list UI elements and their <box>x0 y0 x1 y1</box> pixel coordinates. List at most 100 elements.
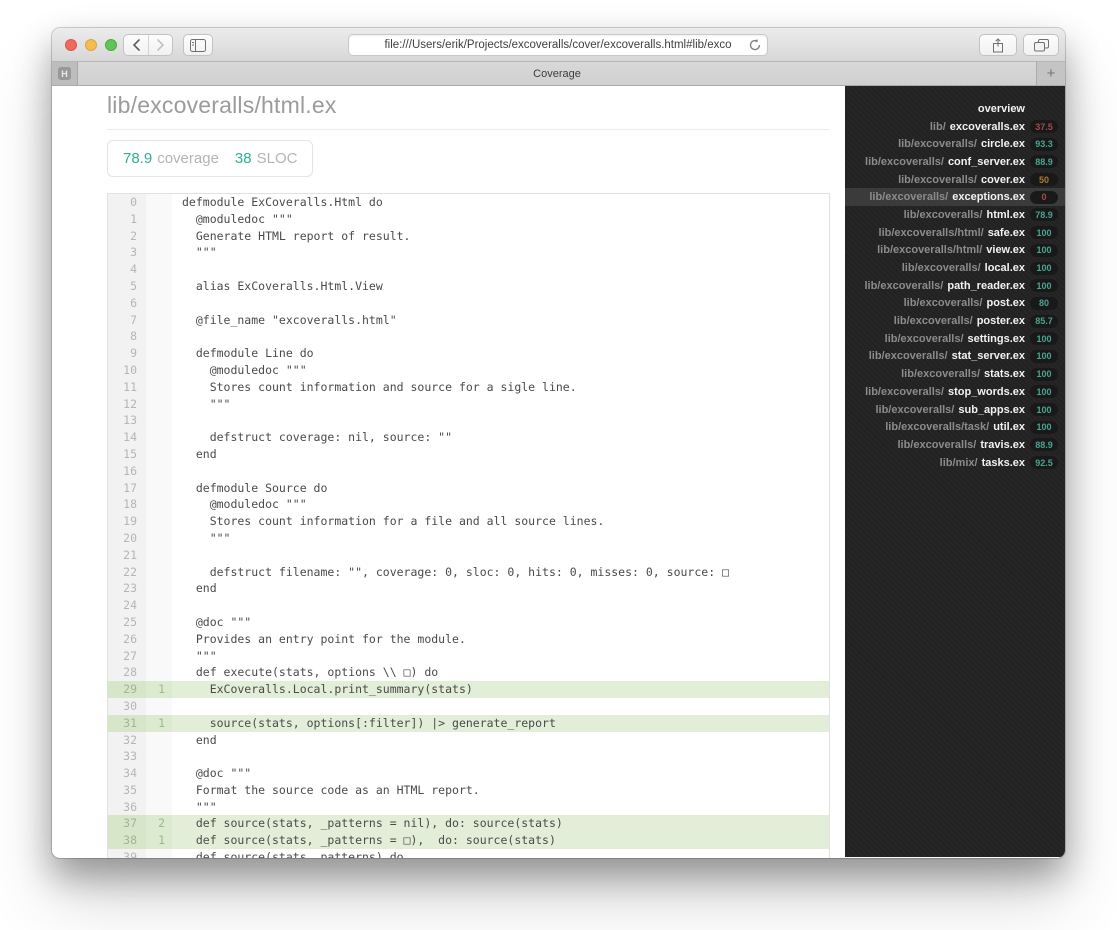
line-number: 16 <box>108 462 146 480</box>
line-hit-count <box>146 647 172 665</box>
sidebar-file-item[interactable]: lib/excoveralls/ cover.ex 50 <box>845 171 1065 189</box>
file-coverage-badge: 100 <box>1030 243 1058 257</box>
show-all-tabs-button[interactable] <box>1023 34 1059 56</box>
sidebar-file-item[interactable]: lib/excoveralls/ stats.ex 100 <box>845 365 1065 383</box>
code-line: 24 <box>108 597 829 614</box>
coverage-value: 78.9 <box>123 150 153 167</box>
file-path: lib/excoveralls/ <box>903 208 983 221</box>
reload-icon[interactable] <box>748 38 762 52</box>
tab-bar: H Coverage + <box>52 62 1065 86</box>
line-number: 29 <box>108 681 146 698</box>
code-line: 5 alias ExCoveralls.Html.View <box>108 277 829 295</box>
window-controls <box>65 39 117 51</box>
line-hit-count <box>146 496 172 514</box>
pinned-tab[interactable]: H <box>52 62 78 85</box>
line-number: 4 <box>108 261 146 278</box>
sidebar-file-item[interactable]: lib/excoveralls/ settings.ex 100 <box>845 330 1065 348</box>
line-source: def source(stats, _patterns = nil), do: … <box>172 815 829 833</box>
sidebar-file-item[interactable]: lib/excoveralls/ sub_apps.ex 100 <box>845 401 1065 419</box>
file-coverage-badge: 100 <box>1030 403 1058 417</box>
sidebar-file-item[interactable]: lib/excoveralls/html/ view.ex 100 <box>845 242 1065 260</box>
history-nav-group <box>123 34 173 56</box>
code-line: 6 <box>108 294 829 312</box>
file-name: excoveralls.ex <box>949 120 1025 133</box>
code-line: 33 <box>108 748 829 766</box>
sidebar-file-item[interactable]: lib/excoveralls/ conf_server.ex 88.9 <box>845 153 1065 171</box>
new-tab-button[interactable]: + <box>1037 62 1065 85</box>
file-path: lib/excoveralls/task/ <box>885 421 990 434</box>
file-name: travis.ex <box>980 438 1025 451</box>
code-line: 17 defmodule Source do <box>108 479 829 497</box>
line-hit-count <box>146 479 172 497</box>
line-number: 20 <box>108 529 146 547</box>
minimize-window-button[interactable] <box>85 39 97 51</box>
line-number: 9 <box>108 345 146 362</box>
sidebar-toggle-button[interactable] <box>183 34 213 56</box>
sidebar-file-item[interactable]: lib/excoveralls/task/ util.ex 100 <box>845 418 1065 436</box>
code-line: 16 <box>108 462 829 480</box>
sidebar-file-item[interactable]: lib/excoveralls/ stop_words.ex 100 <box>845 383 1065 401</box>
code-line: 26 Provides an entry point for the modul… <box>108 630 829 648</box>
file-path: lib/excoveralls/ <box>898 138 977 151</box>
code-line: 39 def source(stats, patterns) do <box>108 849 829 858</box>
sidebar-file-item[interactable]: lib/excoveralls/ path_reader.ex 100 <box>845 277 1065 295</box>
file-path: lib/excoveralls/html/ <box>877 244 983 257</box>
sidebar-file-item[interactable]: lib/excoveralls/ local.ex 100 <box>845 259 1065 277</box>
sidebar-file-item[interactable]: lib/excoveralls/ stat_server.ex 100 <box>845 348 1065 366</box>
address-bar[interactable]: file:///Users/erik/Projects/excoveralls/… <box>348 34 768 56</box>
code-line: 20 """ <box>108 529 829 547</box>
line-hit-count <box>146 563 172 581</box>
line-source: @moduledoc """ <box>172 496 829 514</box>
sidebar-file-item[interactable]: lib/excoveralls/ poster.ex 85.7 <box>845 312 1065 330</box>
sidebar-file-item[interactable]: lib/excoveralls/ travis.ex 88.9 <box>845 436 1065 454</box>
file-name: stop_words.ex <box>947 385 1025 398</box>
sidebar-item-overview[interactable]: overview <box>845 100 1065 118</box>
file-path: lib/excoveralls/ <box>884 332 964 345</box>
file-coverage-badge: 88.9 <box>1030 438 1058 452</box>
line-source: """ <box>172 395 829 413</box>
file-name: poster.ex <box>976 315 1025 328</box>
coverage-stats-box: 78.9 coverage 38 SLOC <box>107 140 314 177</box>
line-source: @doc """ <box>172 765 829 782</box>
line-source: """ <box>172 647 829 665</box>
file-coverage-badge: 100 <box>1030 367 1058 381</box>
sidebar-file-item[interactable]: lib/excoveralls/ circle.ex 93.3 <box>845 135 1065 153</box>
line-hit-count <box>146 630 172 648</box>
share-button[interactable] <box>979 34 1017 56</box>
line-hit-count <box>146 378 172 396</box>
forward-button[interactable] <box>148 35 172 55</box>
zoom-window-button[interactable] <box>105 39 117 51</box>
code-line: 1 @moduledoc """ <box>108 210 829 228</box>
sidebar-file-item[interactable]: lib/mix/ tasks.ex 92.5 <box>845 454 1065 472</box>
code-line: 14 defstruct coverage: nil, source: "" <box>108 429 829 446</box>
code-line: 0 defmodule ExCoveralls.Html do <box>108 194 829 211</box>
code-line: 12 """ <box>108 395 829 413</box>
line-number: 10 <box>108 361 146 379</box>
sidebar-file-item[interactable]: lib/excoveralls/ post.ex 80 <box>845 295 1065 313</box>
line-number: 39 <box>108 849 146 858</box>
back-button[interactable] <box>124 35 148 55</box>
file-name: stats.ex <box>984 368 1025 381</box>
line-hit-count <box>146 361 172 379</box>
line-hit-count <box>146 244 172 262</box>
sidebar-icon <box>190 38 206 52</box>
sidebar-file-item[interactable]: lib/excoveralls/html/ safe.ex 100 <box>845 224 1065 242</box>
share-icon <box>992 37 1004 53</box>
code-listing: 0 defmodule ExCoveralls.Html do 1 @modul… <box>107 193 830 858</box>
sidebar-file-item[interactable]: lib/ excoveralls.ex 37.5 <box>845 118 1065 136</box>
tab-coverage[interactable]: Coverage <box>78 62 1037 85</box>
line-hit-count <box>146 529 172 547</box>
line-source: @moduledoc """ <box>172 361 829 379</box>
line-source: """ <box>172 244 829 262</box>
close-window-button[interactable] <box>65 39 77 51</box>
line-hit-count: 1 <box>146 714 172 732</box>
line-source <box>172 546 829 564</box>
coverage-label: coverage <box>157 150 219 167</box>
line-source <box>172 462 829 480</box>
code-line: 2 Generate HTML report of result. <box>108 227 829 245</box>
code-line: 25 @doc """ <box>108 613 829 631</box>
sidebar-file-item[interactable]: lib/excoveralls/ exceptions.ex 0 <box>845 188 1065 207</box>
sidebar-file-item[interactable]: lib/excoveralls/ html.ex 78.9 <box>845 206 1065 224</box>
file-path: lib/excoveralls/ <box>903 297 983 310</box>
code-line: 4 <box>108 261 829 278</box>
